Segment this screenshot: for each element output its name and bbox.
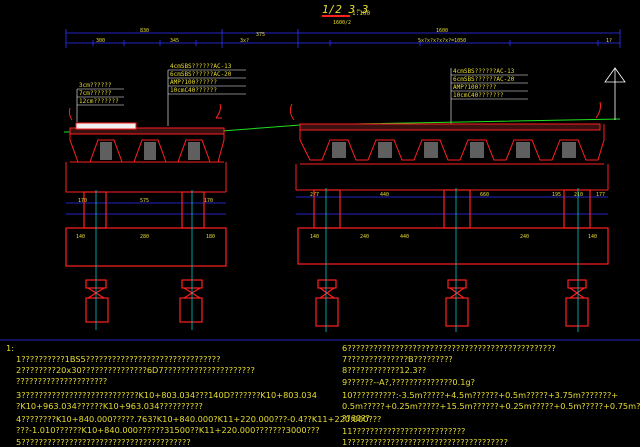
pave-right-1: 4cmSBS??????AC-13	[453, 68, 515, 75]
pier-dim-left-3: 180	[206, 234, 215, 240]
pave-right-3: AMP?100?????	[453, 84, 497, 91]
dim-second-left-3: 3x?	[240, 38, 249, 44]
left-pier	[65, 191, 227, 323]
pier-dim-left-1: 140	[76, 234, 85, 240]
pave-left-3: 12cm???????	[79, 98, 119, 105]
note-left-7: ???-1.010??????K10+840.000??????31500??K…	[16, 425, 320, 435]
dim-lower-right-3: 660	[480, 192, 489, 198]
dim-second-left-1: 300	[96, 38, 105, 44]
dim-lower-left-1: 170	[78, 198, 87, 204]
pave-right-2: 6cmSBS??????AC-20	[453, 76, 515, 83]
pave-mid-4: 10cmC40??????	[170, 87, 217, 94]
dim-second-right-2: 1?	[606, 38, 612, 44]
dim-lower-right-4: 195	[552, 192, 561, 198]
dim-lower-right-5: 210	[574, 192, 583, 198]
pier-dim-right-5: 140	[588, 234, 597, 240]
pave-mid-3: AMP?100??????	[170, 79, 217, 86]
pier-dim-right-3: 440	[400, 234, 409, 240]
dim-lower-right-2: 440	[380, 192, 389, 198]
notes-heading: 1:	[6, 343, 14, 353]
dim-lower-right-6: 177	[596, 192, 605, 198]
pave-mid-2: 6cmSBS??????AC-20	[170, 71, 232, 78]
note-left-8: 5???????????????????????????????????????	[16, 437, 191, 447]
note-right-3: 8????????????12.3??	[342, 365, 427, 375]
dim-second-left-2: 345	[170, 38, 179, 44]
note-left-4: 3???????????????????????????K10+803.034?…	[16, 390, 317, 400]
dim-top-2: 1600	[436, 28, 448, 34]
left-pier-axes	[95, 190, 193, 330]
dim-top-3: 375	[256, 32, 265, 38]
pier-dim-right-2: 240	[360, 234, 369, 240]
dim-lower-left-2: 575	[140, 198, 149, 204]
drawing-subtitle: 1600/2	[333, 20, 351, 26]
pave-left-2: 7cm??????	[79, 90, 112, 97]
note-right-5: 10??????????:-3.5m?????+4.5m??????+0.5m?…	[342, 390, 619, 400]
note-right-9: 1?????????????????????????????????????	[342, 437, 508, 447]
note-left-5: ?K10+963.034??????K10+963.034??????????	[16, 401, 203, 411]
note-right-4: 9??????--A?,??????????????0.1g?	[342, 377, 475, 387]
note-right-6: 0.5m?????+0.25m?????+15.5m??????+0.25m??…	[342, 401, 640, 411]
pier-dim-right-4: 240	[520, 234, 529, 240]
note-right-1: 6???????????????????????????????????????…	[342, 343, 556, 353]
dim-lower-left-3: 170	[204, 198, 213, 204]
note-left-3: ?????????????????????	[16, 376, 108, 386]
note-right-8: 11??????????????????????????	[342, 426, 466, 436]
pave-left-1: 3cm??????	[79, 82, 112, 89]
general-notes: 1: 1??????????1BS5??????????????????????…	[0, 338, 640, 447]
note-right-7: ??60??	[342, 413, 370, 423]
left-deck-fill	[100, 142, 200, 160]
right-pier	[297, 189, 609, 327]
drawing-scale: 1:100	[352, 10, 370, 17]
dim-top-1: 830	[140, 28, 149, 34]
right-deck-fill	[332, 142, 576, 158]
right-pier-axes	[325, 188, 579, 332]
dim-second-right-1: 5x?x?x?x?x?=1050	[418, 38, 466, 44]
pave-right-4: 10cmC40???????	[453, 92, 504, 99]
pave-mid-1: 4cmSBS??????AC-13	[170, 63, 232, 70]
note-left-6: 4????????K10+840.000?????.763?K10+840.00…	[16, 414, 382, 424]
elevation-marker	[604, 67, 626, 120]
note-right-2: 7??????????????B?????????	[342, 354, 453, 364]
top-dimension-lines	[65, 29, 621, 48]
note-left-2: 2????????20x30???????????????6D7????????…	[16, 365, 255, 375]
pier-dim-right-1: 140	[310, 234, 319, 240]
note-left-1: 1??????????1BS5?????????????????????????…	[16, 354, 221, 364]
pier-dim-left-2: 280	[140, 234, 149, 240]
